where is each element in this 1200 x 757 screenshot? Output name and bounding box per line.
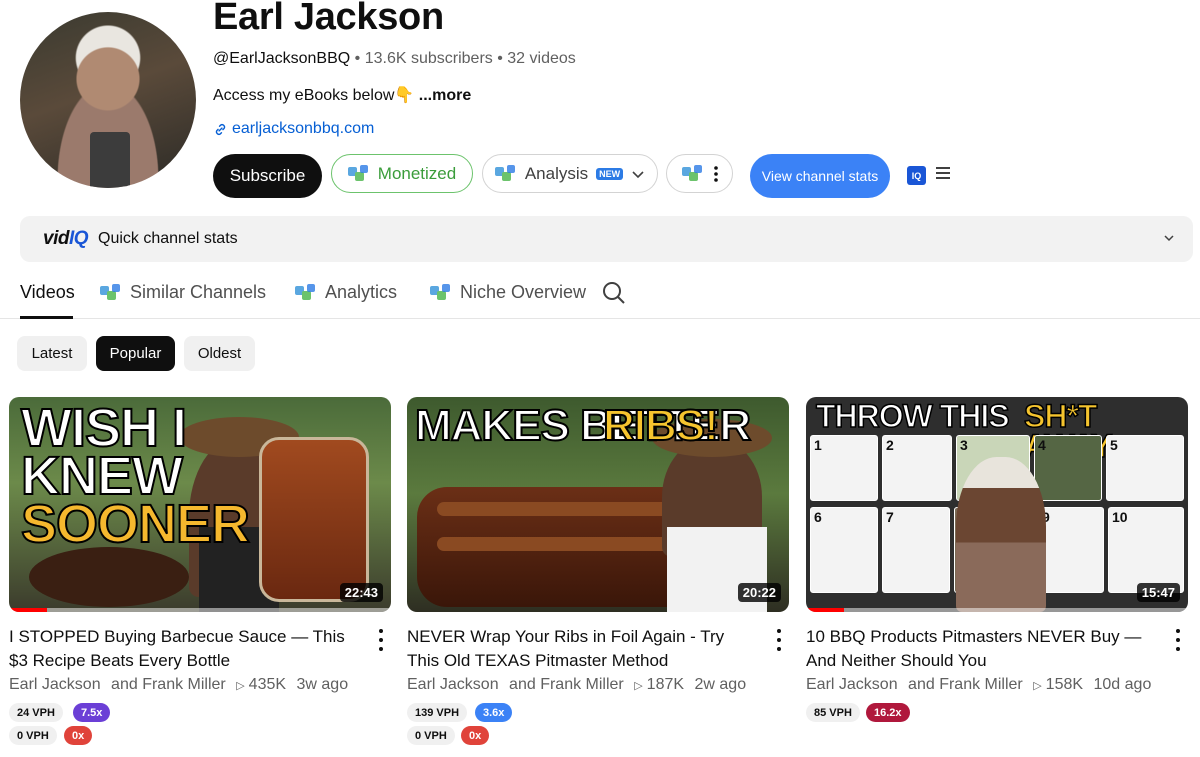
vidiq-iq-icon[interactable]: IQ (907, 166, 926, 185)
analysis-button[interactable]: Analysis NEW (482, 154, 658, 193)
play-icon: ▷ (634, 680, 643, 692)
subscribe-button[interactable]: Subscribe (213, 154, 322, 198)
video-title[interactable]: NEVER Wrap Your Ribs in Foil Again - Try… (407, 625, 752, 673)
video-card[interactable]: MAKES BETTER RIBS! 20:22 NEVER Wrap Your… (407, 397, 789, 745)
channel-description[interactable]: Access my eBooks below👇 ...more (213, 85, 471, 105)
video-duration: 15:47 (1136, 583, 1180, 602)
collab-text: and Frank Miller (908, 676, 1023, 693)
separator: • (497, 50, 503, 67)
multiplier-badge: 3.6x (475, 703, 513, 722)
video-age: 3w ago (296, 676, 349, 693)
tab-similar-channels[interactable]: Similar Channels (100, 282, 266, 303)
chip-popular[interactable]: Popular (96, 336, 175, 371)
subscriber-count: 13.6K subscribers (364, 50, 493, 67)
video-age: 2w ago (694, 676, 747, 693)
video-thumbnail[interactable]: THROW THIS SH*T AWAY 1 2 3 4 5 6 7 8 9 1… (806, 397, 1188, 612)
video-options-icon[interactable] (371, 629, 391, 651)
vidiq-logo-icon (681, 164, 704, 183)
chevron-down-icon (632, 170, 644, 178)
kebab-icon (713, 165, 718, 182)
new-badge: NEW (596, 167, 624, 180)
multiplier-badge: 0x (461, 726, 490, 745)
vph-badge: 85 VPH (806, 703, 860, 722)
vidiq-logo-icon (430, 283, 452, 302)
video-card[interactable]: THROW THIS SH*T AWAY 1 2 3 4 5 6 7 8 9 1… (806, 397, 1188, 722)
chip-oldest[interactable]: Oldest (184, 336, 255, 371)
chip-latest[interactable]: Latest (17, 336, 87, 371)
vidiq-logo-icon (347, 164, 370, 183)
channel-avatar[interactable] (20, 12, 196, 188)
video-thumbnail[interactable]: WISH I KNEW SOONER 22:43 (9, 397, 391, 612)
video-title[interactable]: 10 BBQ Products Pitmasters NEVER Buy — A… (806, 625, 1151, 673)
channel-handle: @EarlJacksonBBQ (213, 50, 351, 67)
vidiq-logo-icon (494, 164, 517, 183)
video-byline: Earl Jackson and Frank Miller ▷ 187K 2w a… (407, 676, 746, 694)
view-count: 187K (646, 676, 685, 693)
video-byline: Earl Jackson and Frank Miller ▷ 158K 10d … (806, 676, 1151, 694)
author-link[interactable]: Earl Jackson (9, 676, 101, 693)
vidiq-more-button[interactable] (666, 154, 733, 193)
channel-name: Earl Jackson (213, 0, 444, 38)
menu-icon[interactable] (936, 167, 950, 181)
video-age: 10d ago (1093, 676, 1152, 693)
vph-badge: 0 VPH (407, 726, 455, 745)
video-duration: 22:43 (339, 583, 383, 602)
analysis-label: Analysis (524, 163, 589, 183)
tab-niche-overview[interactable]: Niche Overview (430, 282, 586, 303)
view-count: 158K (1045, 676, 1084, 693)
video-options-icon[interactable] (769, 629, 789, 651)
monetized-label: Monetized (377, 163, 457, 183)
thumb-text: RIBS! (602, 401, 720, 450)
video-card[interactable]: WISH I KNEW SOONER 22:43 I STOPPED Buyin… (9, 397, 391, 745)
collab-text: and Frank Miller (111, 676, 226, 693)
multiplier-badge: 16.2x (866, 703, 910, 722)
video-duration: 20:22 (737, 583, 781, 602)
collab-text: and Frank Miller (509, 676, 624, 693)
link-icon (215, 123, 226, 135)
video-options-icon[interactable] (1168, 629, 1188, 651)
multiplier-badge: 7.5x (73, 703, 111, 722)
play-icon: ▷ (1033, 680, 1042, 692)
video-title[interactable]: I STOPPED Buying Barbecue Sauce — This $… (9, 625, 354, 673)
play-icon: ▷ (236, 680, 245, 692)
channel-tabs: Videos Similar Channels Analytics Niche … (0, 270, 1200, 319)
channel-meta: @EarlJacksonBBQ • 13.6K subscribers • 32… (213, 50, 576, 68)
vph-badge: 24 VPH (9, 703, 63, 722)
author-link[interactable]: Earl Jackson (806, 676, 898, 693)
separator: • (354, 50, 361, 67)
thumb-text: SOONER (20, 494, 251, 554)
view-channel-stats-button[interactable]: View channel stats (750, 154, 890, 198)
watch-progress (806, 608, 845, 612)
monetized-button[interactable]: Monetized (331, 154, 473, 193)
video-count: 32 videos (507, 50, 576, 67)
quick-channel-stats-bar[interactable]: vidIQ Quick channel stats (20, 216, 1193, 262)
link-text: earljacksonbbq.com (232, 120, 375, 137)
vph-badge: 0 VPH (9, 726, 57, 745)
tab-videos[interactable]: Videos (20, 282, 75, 303)
tab-analytics[interactable]: Analytics (295, 282, 397, 303)
author-link[interactable]: Earl Jackson (407, 676, 499, 693)
channel-link[interactable]: earljacksonbbq.com (213, 120, 374, 138)
multiplier-badge: 0x (64, 726, 93, 745)
search-icon[interactable] (602, 281, 626, 305)
thumb-text: THROW THIS (815, 398, 1010, 434)
vidiq-wordmark: vidIQ (43, 228, 89, 249)
vidiq-logo-icon (295, 283, 317, 302)
chevron-down-icon (1164, 235, 1174, 242)
active-tab-indicator (20, 316, 73, 319)
vph-badge: 139 VPH (407, 703, 468, 722)
video-thumbnail[interactable]: MAKES BETTER RIBS! 20:22 (407, 397, 789, 612)
watch-progress (9, 608, 48, 612)
view-count: 435K (248, 676, 287, 693)
more-link[interactable]: ...more (419, 87, 471, 104)
video-byline: Earl Jackson and Frank Miller ▷ 435K 3w a… (9, 676, 348, 694)
quick-stats-label: Quick channel stats (98, 230, 238, 247)
description-text: Access my eBooks below👇 (213, 87, 415, 104)
vidiq-logo-icon (100, 283, 122, 302)
